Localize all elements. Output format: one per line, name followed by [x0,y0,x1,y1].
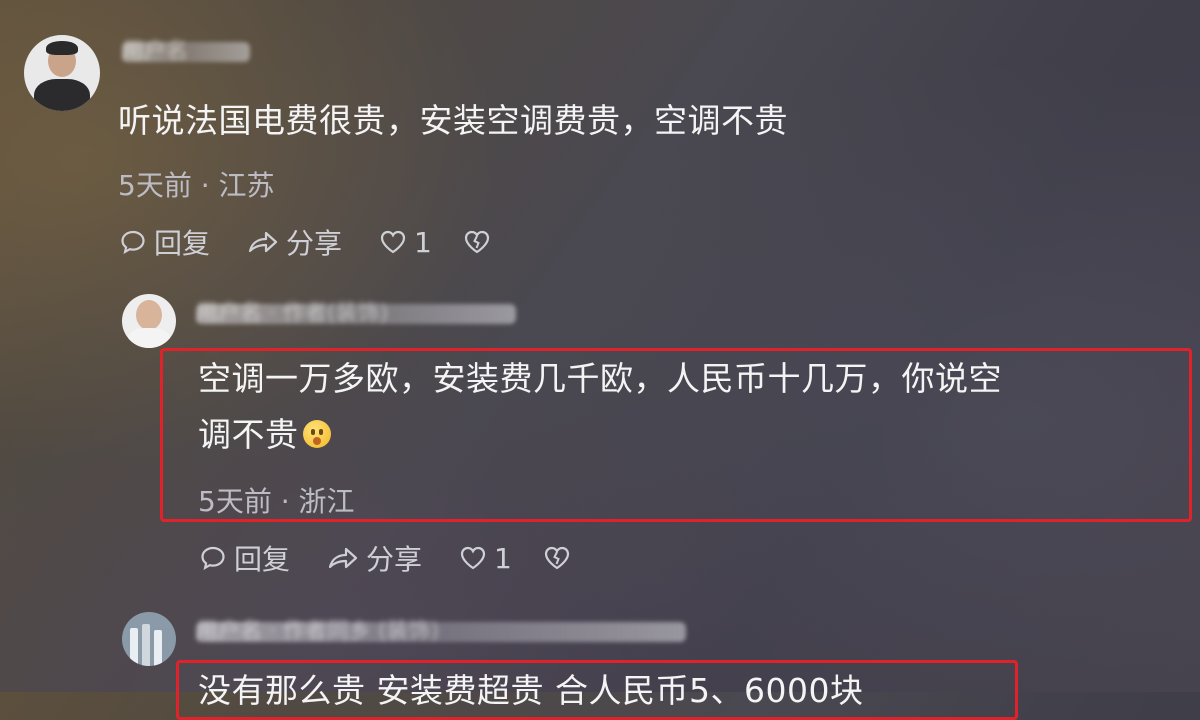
like-count: 1 [494,541,512,575]
broken-heart-icon [464,230,489,254]
comment-actions: 回复 分享 1 [118,222,534,262]
username[interactable]: 用户名 · 作者(装饰) [196,303,516,325]
comment-actions: 回复 分享 1 [198,538,614,578]
comment-text-line-2: 调不贵 [198,408,331,462]
heart-icon [460,546,486,570]
comment-text: 没有那么贵 安装费超贵 合人民币5、6000块 [198,671,864,710]
reply-label: 回复 [234,543,291,576]
comment-meta: 5天前 · 浙江 [198,485,355,518]
reply-button[interactable]: 回复 [118,222,210,262]
username[interactable]: 用户名 · 作者同乡 (装饰) [196,621,686,643]
reply-label: 回复 [154,227,211,260]
like-button[interactable]: 1 [458,542,512,575]
chat-bubble-icon [201,546,225,570]
share-label: 分享 [366,543,423,576]
share-button[interactable]: 分享 [326,538,422,578]
reply-button[interactable]: 回复 [198,538,290,578]
avatar[interactable] [122,612,176,666]
avatar[interactable] [122,294,176,348]
emoji-icon [302,420,331,448]
comment-meta: 5天前 · 江苏 [118,169,275,202]
like-button[interactable]: 1 [378,226,432,259]
username[interactable]: 用户名 [122,41,250,63]
chat-bubble-icon [121,230,145,254]
avatar[interactable] [24,35,100,111]
broken-heart-icon [544,546,569,570]
dislike-button[interactable] [462,227,498,257]
comment-text: 听说法国电费很贵，安装空调费贵，空调不贵 [118,101,788,140]
like-count: 1 [414,225,432,259]
heart-icon [380,230,406,254]
dislike-button[interactable] [542,543,578,573]
share-label: 分享 [286,227,343,260]
share-arrow-icon [328,547,358,569]
comment-text-line-2-text: 调不贵 [198,415,299,454]
share-arrow-icon [248,231,278,253]
share-button[interactable]: 分享 [246,222,342,262]
comment-text-line-1: 空调一万多欧，安装费几千欧，人民币十几万，你说空 [198,359,1002,398]
